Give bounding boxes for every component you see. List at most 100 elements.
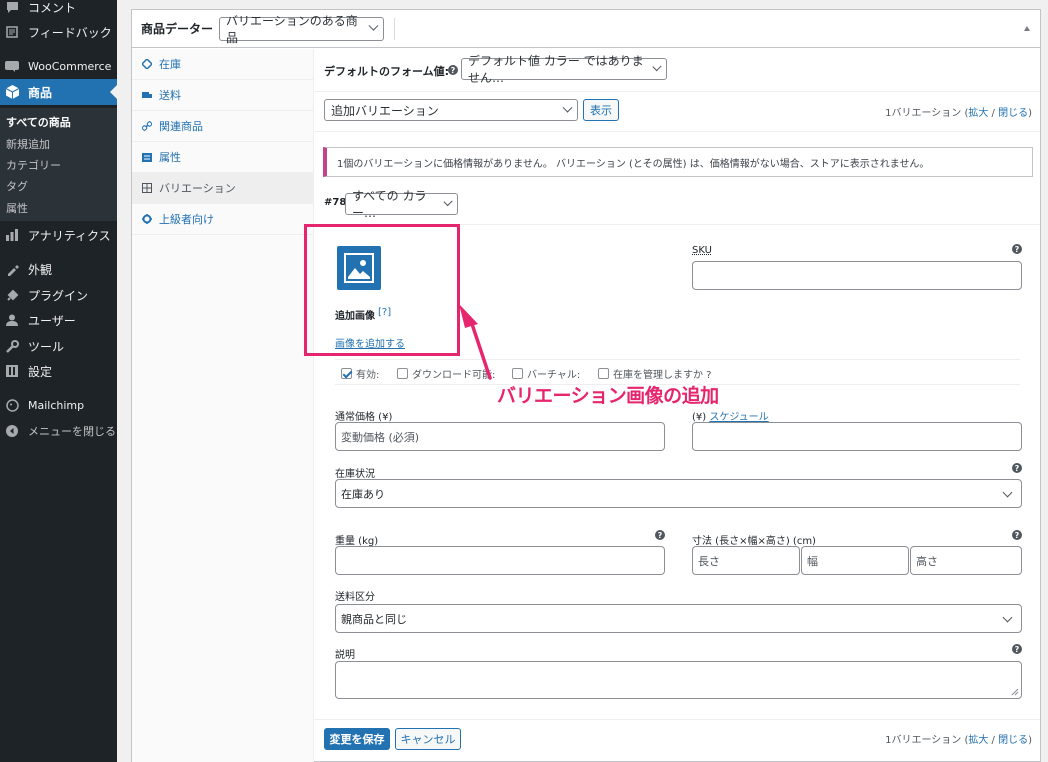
separator: / — [988, 108, 999, 119]
resize-handle-icon[interactable] — [1011, 688, 1019, 696]
virtual-checkbox[interactable]: バーチャル: — [512, 366, 580, 381]
tab-label: 上級者向け — [159, 213, 214, 226]
feedback-icon — [5, 25, 19, 39]
sale-price-input[interactable] — [692, 422, 1022, 451]
menu-label-woocommerce: WooCommerce — [28, 59, 112, 73]
product-type-select[interactable]: バリエーションのある商品 — [219, 14, 385, 45]
link-icon — [142, 121, 152, 131]
default-form-select[interactable]: デフォルト値 カラー ではありません… — [461, 54, 667, 85]
checkbox[interactable] — [598, 368, 609, 379]
regular-price-input[interactable]: 変動価格 (必須) — [335, 422, 665, 451]
weight-input[interactable] — [335, 546, 665, 575]
toggle-panel-icon[interactable] — [1024, 26, 1030, 31]
products-submenu: すべての商品 新規追加 カテゴリー タグ 属性 — [0, 108, 117, 221]
help-icon[interactable]: ? — [655, 530, 665, 540]
enabled-checkbox[interactable]: 有効: — [341, 366, 379, 381]
stock-status-select[interactable]: 在庫あり — [335, 479, 1022, 508]
menu-item-settings[interactable]: 設定 — [0, 360, 117, 382]
inventory-icon — [142, 59, 152, 69]
tab-advanced[interactable]: 上級者向け — [132, 204, 314, 235]
variation-count-text: 1バリエーション ( — [885, 735, 969, 746]
checkbox-label: ダウンロード可能: — [412, 370, 496, 381]
admin-sidebar: コメント フィードバック WooCommerce 商品 すべての商品 新規追加 … — [0, 0, 117, 762]
help-icon[interactable]: ? — [1012, 530, 1022, 540]
show-button[interactable]: 表示 — [583, 99, 619, 121]
tab-inventory[interactable]: 在庫 — [132, 49, 314, 80]
description-textarea[interactable] — [335, 661, 1022, 699]
help-icon[interactable]: ? — [1012, 644, 1022, 654]
height-input[interactable]: 高さ — [910, 546, 1022, 575]
help-icon[interactable]: ? — [1012, 244, 1022, 254]
menu-item-tools[interactable]: ツール — [0, 335, 117, 357]
length-input[interactable]: 長さ — [692, 546, 800, 575]
cancel-button[interactable]: キャンセル — [395, 728, 461, 750]
checkbox[interactable] — [397, 368, 408, 379]
save-changes-button[interactable]: 変更を保存 — [324, 728, 390, 750]
menu-item-users[interactable]: ユーザー — [0, 309, 117, 331]
chevron-down-icon — [1002, 612, 1013, 623]
submenu-all-products[interactable]: すべての商品 — [6, 114, 71, 130]
sku-label: SKU — [692, 245, 712, 256]
regular-price-label: 通常価格 (¥) — [335, 412, 393, 423]
tab-attributes[interactable]: 属性 — [132, 142, 314, 173]
stock-status-value: 在庫あり — [341, 487, 385, 501]
height-placeholder: 高さ — [916, 554, 938, 568]
expand-link[interactable]: 拡大 — [968, 108, 988, 119]
help-icon[interactable]: ? — [1012, 463, 1022, 473]
submenu-add-new[interactable]: 新規追加 — [6, 136, 50, 152]
menu-item-plugins[interactable]: プラグイン — [0, 284, 117, 306]
chevron-down-icon — [562, 102, 573, 113]
collapse-menu[interactable]: メニューを閉じる — [0, 420, 117, 442]
variation-attribute-select[interactable]: すべての カラー… — [345, 189, 458, 220]
analytics-icon — [5, 228, 19, 242]
menu-item-products[interactable]: 商品 — [0, 79, 117, 105]
divider — [315, 91, 1040, 92]
tab-linked-products[interactable]: 関連商品 — [132, 111, 314, 142]
submenu-categories[interactable]: カテゴリー — [6, 157, 61, 173]
comment-icon — [5, 0, 19, 14]
variation-count-end: ) — [1028, 108, 1032, 119]
shipping-icon — [142, 90, 152, 100]
menu-item-mailchimp[interactable]: Mailchimp — [0, 394, 117, 416]
header-divider — [394, 17, 396, 40]
checkbox-checked[interactable] — [341, 368, 352, 379]
add-variation-select[interactable]: 追加バリエーション — [324, 99, 578, 121]
stock-status-label: 在庫状況 — [335, 469, 375, 480]
menu-item-feedback[interactable]: フィードバック — [0, 21, 117, 43]
checkbox[interactable] — [512, 368, 523, 379]
close-link[interactable]: 閉じる — [998, 108, 1028, 119]
divider — [335, 359, 1020, 360]
menu-label-collapse: メニューを閉じる — [28, 425, 116, 438]
close-link[interactable]: 閉じる — [998, 735, 1028, 746]
plugin-icon — [5, 288, 19, 302]
shipping-class-value: 親商品と同じ — [341, 612, 407, 626]
length-placeholder: 長さ — [698, 554, 720, 568]
variation-count-bottom: 1バリエーション (拡大 / 閉じる) — [885, 731, 1032, 746]
menu-item-comments[interactable]: コメント — [0, 0, 117, 18]
downloadable-checkbox[interactable]: ダウンロード可能: — [397, 366, 495, 381]
shipping-class-select[interactable]: 親商品と同じ — [335, 604, 1022, 633]
checkbox-label: 在庫を管理しますか ? — [613, 370, 712, 381]
menu-label-tools: ツール — [28, 339, 65, 354]
tab-variations[interactable]: バリエーション — [132, 173, 314, 204]
add-variation-value: 追加バリエーション — [331, 103, 439, 118]
sku-input[interactable] — [692, 261, 1022, 290]
width-input[interactable]: 幅 — [801, 546, 909, 575]
menu-label-analytics: アナリティクス — [28, 228, 111, 243]
user-icon — [5, 313, 19, 327]
expand-link[interactable]: 拡大 — [968, 735, 988, 746]
shipping-class-label: 送料区分 — [335, 592, 375, 603]
dimensions-label: 寸法 (長さ×幅×高さ) (cm) — [692, 536, 816, 547]
tab-shipping[interactable]: 送料 — [132, 80, 314, 111]
width-placeholder: 幅 — [807, 554, 818, 568]
menu-item-analytics[interactable]: アナリティクス — [0, 224, 117, 246]
menu-item-appearance[interactable]: 外観 — [0, 258, 117, 280]
menu-item-woocommerce[interactable]: WooCommerce — [0, 55, 117, 77]
menu-label-settings: 設定 — [28, 364, 53, 379]
checkbox-label: 有効: — [356, 370, 380, 381]
submenu-tags[interactable]: タグ — [6, 178, 28, 194]
submenu-attributes[interactable]: 属性 — [6, 200, 28, 216]
help-icon[interactable]: ? — [448, 65, 458, 75]
tab-label: 関連商品 — [159, 120, 203, 133]
manage-stock-checkbox[interactable]: 在庫を管理しますか ? — [598, 366, 712, 381]
